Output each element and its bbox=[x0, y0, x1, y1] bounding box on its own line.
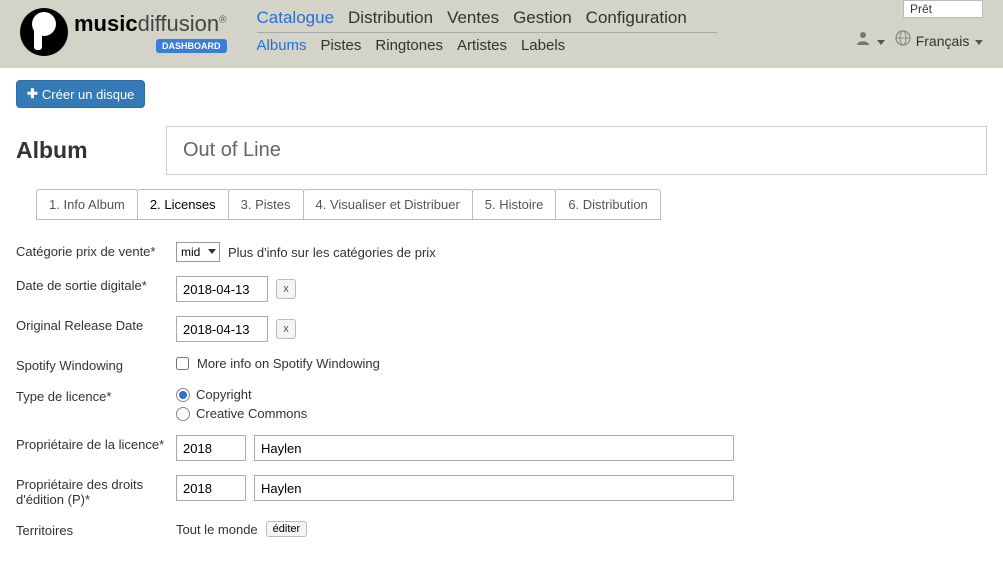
price-category-select[interactable]: mid bbox=[176, 242, 220, 262]
language-menu[interactable]: Français bbox=[895, 30, 983, 51]
tab-histoire[interactable]: 5. Histoire bbox=[472, 189, 557, 220]
p-owner-name-input[interactable] bbox=[254, 475, 734, 501]
tab-licenses[interactable]: 2. Licenses bbox=[137, 189, 229, 220]
nav-gestion[interactable]: Gestion bbox=[513, 8, 572, 28]
nav-labels[interactable]: Labels bbox=[521, 37, 565, 54]
digital-release-label: Date de sortie digitale* bbox=[16, 276, 176, 293]
territories-value: Tout le monde bbox=[176, 522, 258, 537]
header-right: Prêt Français bbox=[855, 0, 983, 51]
spotify-windowing-hint[interactable]: More info on Spotify Windowing bbox=[197, 356, 380, 371]
user-menu[interactable] bbox=[855, 30, 885, 51]
album-title: Out of Line bbox=[166, 126, 987, 175]
license-type-label: Type de licence* bbox=[16, 387, 176, 404]
user-icon bbox=[855, 33, 875, 50]
digital-release-input[interactable] bbox=[176, 276, 268, 302]
form: Catégorie prix de vente* mid Plus d'info… bbox=[16, 242, 987, 538]
license-cc-radio[interactable] bbox=[176, 407, 190, 421]
logo[interactable]: musicdiffusion® DASHBOARD bbox=[20, 8, 227, 56]
license-owner-label: Propriétaire de la licence* bbox=[16, 435, 176, 452]
row-digital-release: Date de sortie digitale* x bbox=[16, 276, 987, 302]
logo-icon bbox=[20, 8, 68, 56]
status-box: Prêt bbox=[903, 0, 983, 18]
nav-catalogue[interactable]: Catalogue bbox=[257, 8, 335, 28]
language-label: Français bbox=[916, 33, 970, 49]
p-owner-label: Propriétaire des droits d'édition (P)* bbox=[16, 475, 176, 507]
license-owner-name-input[interactable] bbox=[254, 435, 734, 461]
tabs: 1. Info Album 2. Licenses 3. Pistes 4. V… bbox=[36, 189, 987, 220]
p-owner-year-input[interactable] bbox=[176, 475, 246, 501]
territories-label: Territoires bbox=[16, 521, 176, 538]
app-header: musicdiffusion® DASHBOARD Catalogue Dist… bbox=[0, 0, 1003, 68]
row-p-owner: Propriétaire des droits d'édition (P)* bbox=[16, 475, 987, 507]
title-row: Album Out of Line bbox=[16, 126, 987, 175]
price-category-hint[interactable]: Plus d'info sur les catégories de prix bbox=[228, 245, 436, 260]
nav-albums[interactable]: Albums bbox=[257, 37, 307, 54]
globe-icon bbox=[895, 33, 915, 50]
row-territories: Territoires Tout le monde éditer bbox=[16, 521, 987, 538]
row-original-release: Original Release Date x bbox=[16, 316, 987, 342]
clear-original-release-button[interactable]: x bbox=[276, 319, 296, 339]
nav-ventes[interactable]: Ventes bbox=[447, 8, 499, 28]
logo-text-light: diffusion bbox=[138, 11, 220, 36]
row-license-owner: Propriétaire de la licence* bbox=[16, 435, 987, 461]
original-release-input[interactable] bbox=[176, 316, 268, 342]
nav-pistes[interactable]: Pistes bbox=[321, 37, 362, 54]
nav-artistes[interactable]: Artistes bbox=[457, 37, 507, 54]
price-category-label: Catégorie prix de vente* bbox=[16, 242, 176, 259]
license-copyright-radio[interactable] bbox=[176, 388, 190, 402]
license-owner-year-input[interactable] bbox=[176, 435, 246, 461]
create-album-button[interactable]: ✚ Créer un disque bbox=[16, 80, 145, 108]
create-album-label: Créer un disque bbox=[42, 87, 135, 102]
nav-configuration[interactable]: Configuration bbox=[586, 8, 687, 28]
tab-info-album[interactable]: 1. Info Album bbox=[36, 189, 138, 220]
tab-distribution[interactable]: 6. Distribution bbox=[555, 189, 660, 220]
edit-territories-button[interactable]: éditer bbox=[266, 521, 308, 537]
clear-digital-release-button[interactable]: x bbox=[276, 279, 296, 299]
license-cc-label: Creative Commons bbox=[196, 406, 307, 421]
tab-visualiser[interactable]: 4. Visualiser et Distribuer bbox=[303, 189, 473, 220]
row-price-category: Catégorie prix de vente* mid Plus d'info… bbox=[16, 242, 987, 262]
logo-text-bold: music bbox=[74, 11, 138, 36]
plus-icon: ✚ bbox=[27, 86, 38, 102]
logo-reg: ® bbox=[219, 15, 226, 26]
caret-icon bbox=[877, 40, 885, 45]
row-license-type: Type de licence* Copyright Creative Comm… bbox=[16, 387, 987, 421]
original-release-label: Original Release Date bbox=[16, 316, 176, 333]
nav-ringtones[interactable]: Ringtones bbox=[375, 37, 443, 54]
row-spotify-windowing: Spotify Windowing More info on Spotify W… bbox=[16, 356, 987, 373]
license-copyright-label: Copyright bbox=[196, 387, 252, 402]
user-lang: Français bbox=[855, 30, 983, 51]
logo-badge: DASHBOARD bbox=[156, 39, 227, 53]
content: ✚ Créer un disque Album Out of Line 1. I… bbox=[0, 68, 1003, 564]
tab-pistes[interactable]: 3. Pistes bbox=[228, 189, 304, 220]
nav-primary: Catalogue Distribution Ventes Gestion Co… bbox=[257, 8, 717, 33]
spotify-windowing-checkbox[interactable] bbox=[176, 357, 189, 370]
spotify-windowing-label: Spotify Windowing bbox=[16, 356, 176, 373]
caret-icon bbox=[975, 40, 983, 45]
nav-distribution[interactable]: Distribution bbox=[348, 8, 433, 28]
page-title: Album bbox=[16, 137, 146, 164]
